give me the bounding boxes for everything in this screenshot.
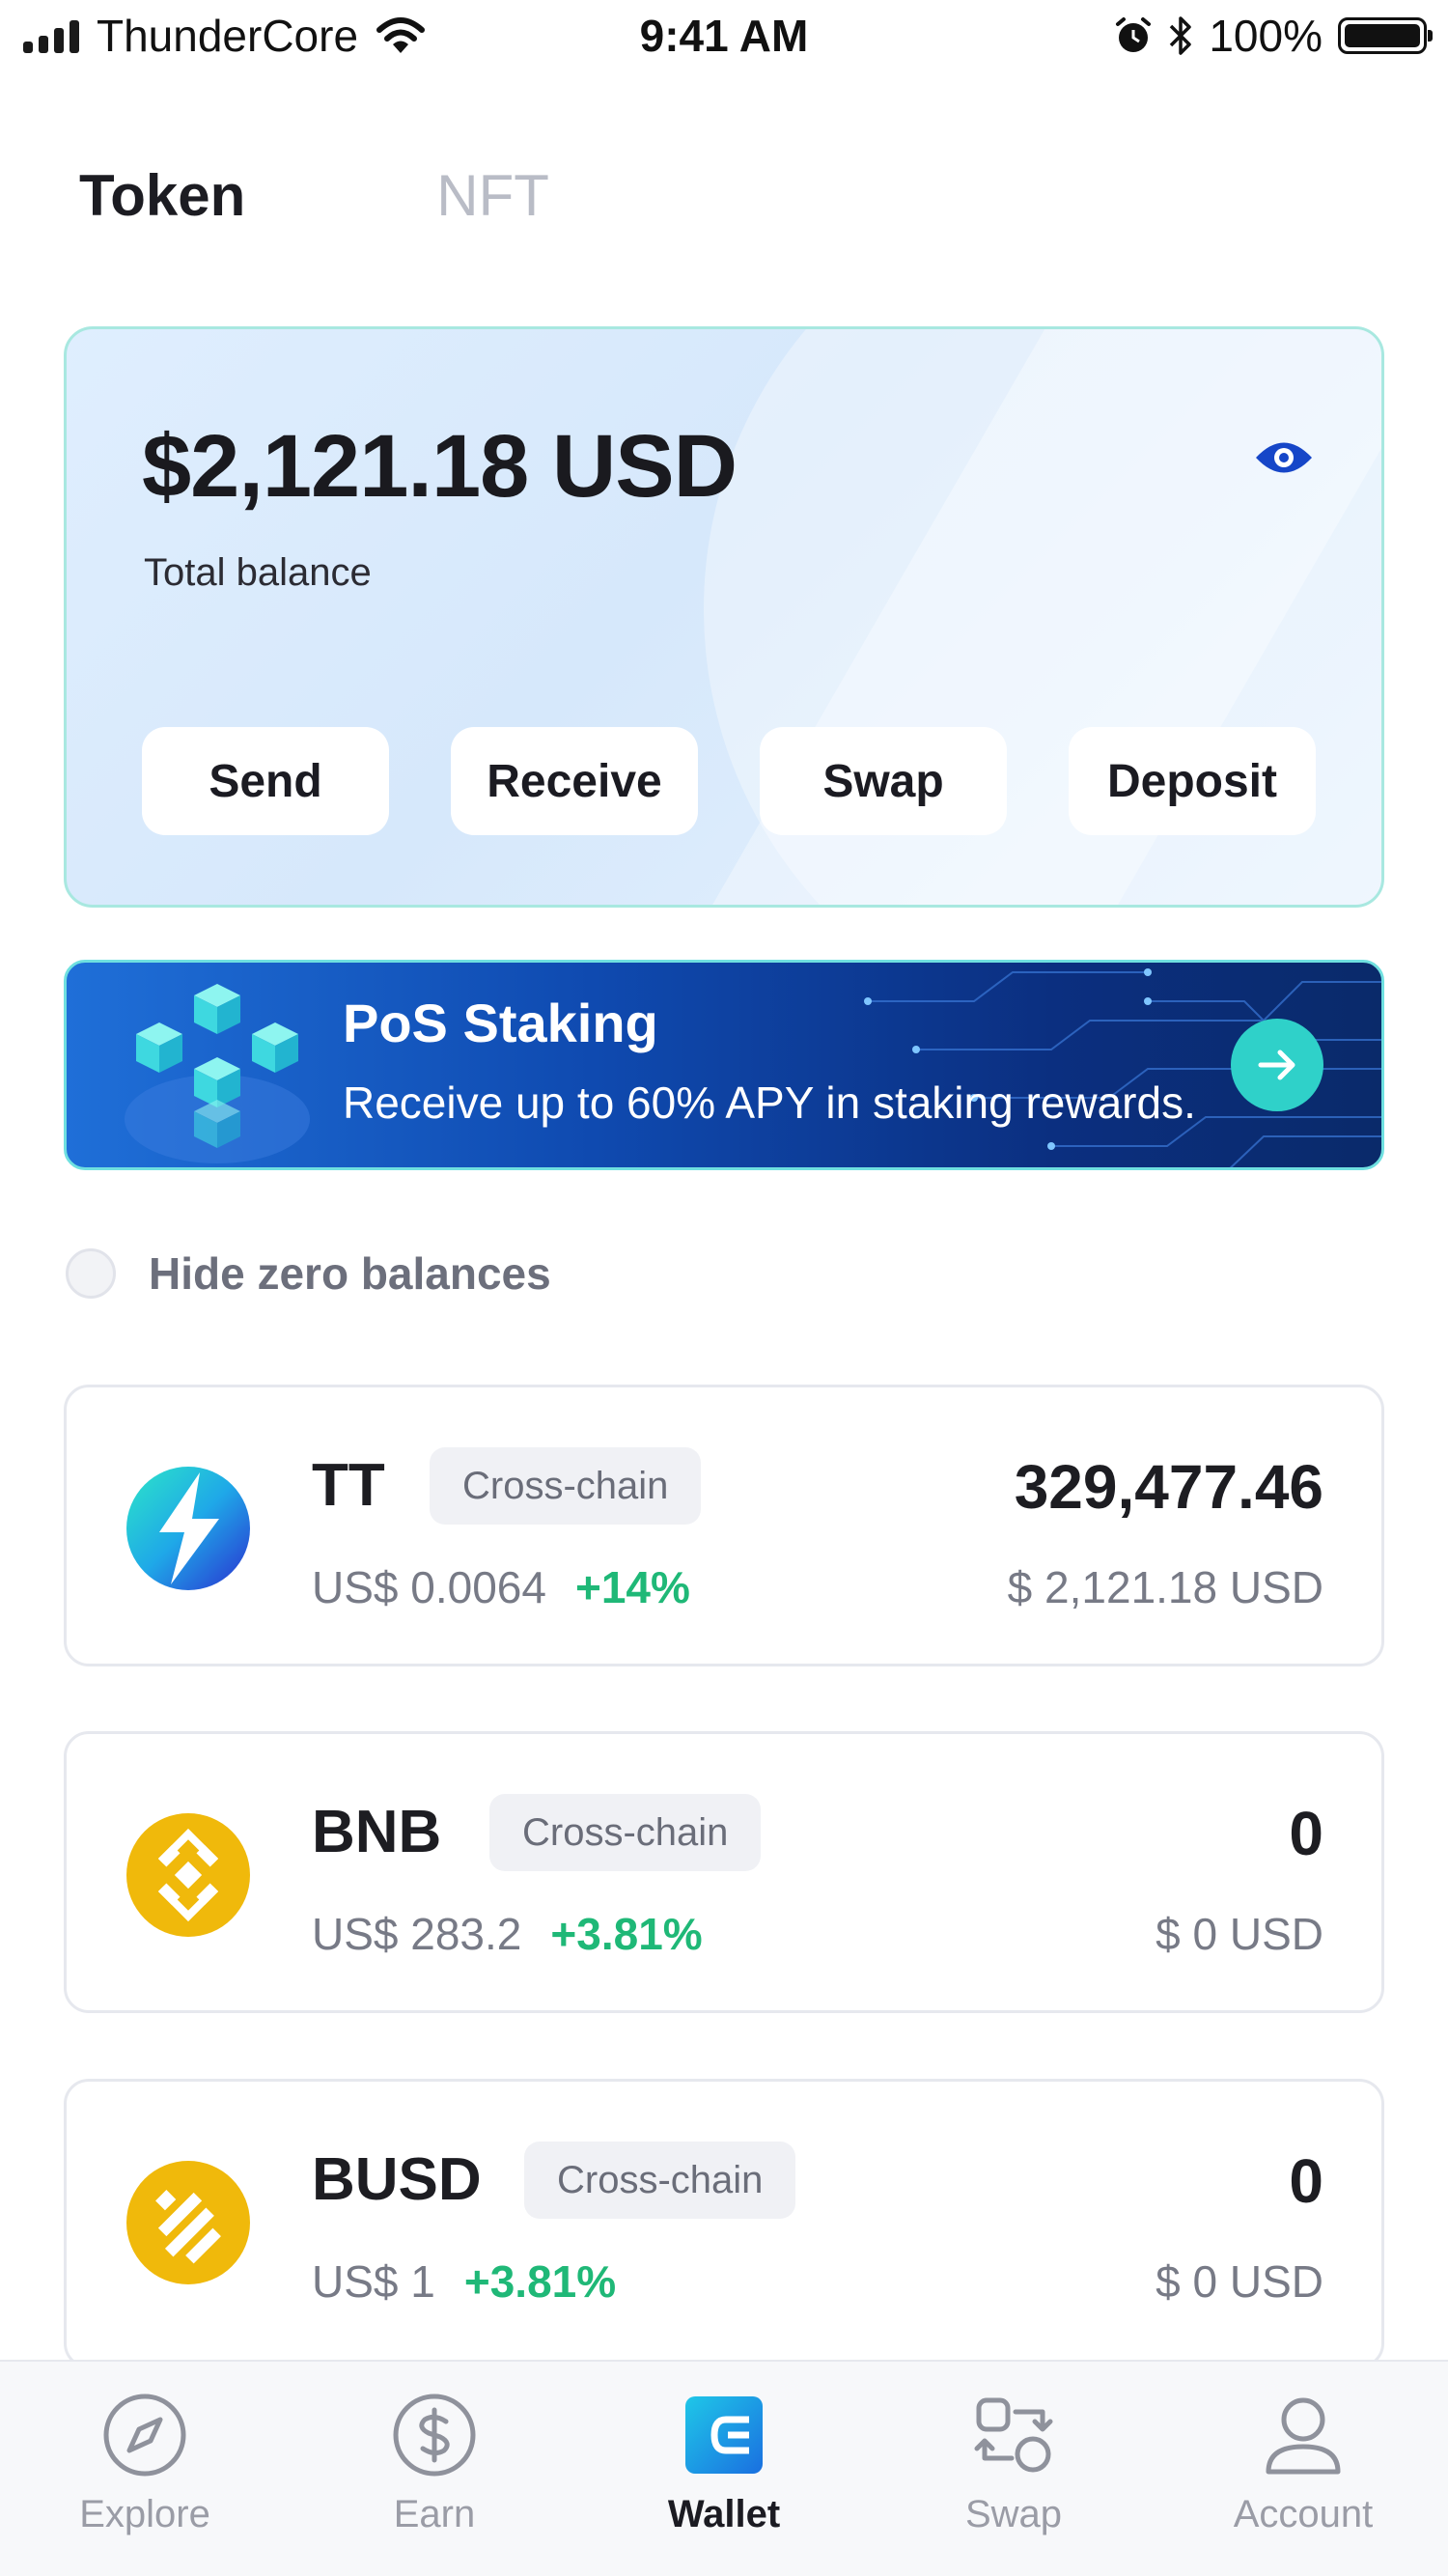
arrow-right-icon <box>1258 1050 1295 1080</box>
deposit-button[interactable]: Deposit <box>1069 727 1316 835</box>
action-buttons: Send Receive Swap Deposit <box>142 727 1316 835</box>
battery-percent: 100% <box>1209 11 1323 61</box>
nav-account[interactable]: Account <box>1187 2391 1419 2536</box>
staking-arrow-button[interactable] <box>1231 1019 1323 1111</box>
token-change: +3.81% <box>550 1909 703 1959</box>
battery-icon <box>1338 17 1433 54</box>
nav-label: Account <box>1233 2493 1374 2535</box>
token-price: US$ 0.0064 +14% <box>312 1561 690 1613</box>
dollar-icon <box>393 2394 476 2477</box>
token-value: $ 0 USD <box>1156 1909 1323 1959</box>
alarm-icon <box>1116 17 1152 52</box>
nav-label: Earn <box>393 2493 476 2535</box>
hide-zero-label: Hide zero balances <box>149 1248 551 1299</box>
balance-card: $2,121.18 USD Total balance Send Receive… <box>64 326 1384 908</box>
status-bar-right: 100% <box>1114 10 1433 62</box>
staking-blocks-icon <box>125 984 310 1163</box>
token-amount: 0 <box>1289 2146 1323 2216</box>
token-price: US$ 1 +3.81% <box>312 2255 616 2308</box>
wallet-screen: ThunderCore 9:41 AM 100% Token NFT $2,12… <box>0 0 1448 2576</box>
status-bar: ThunderCore 9:41 AM 100% <box>0 0 1448 77</box>
nav-label: Wallet <box>667 2493 781 2535</box>
token-symbol: BNB <box>312 1799 442 1865</box>
token-row-tt[interactable]: TT Cross-chain US$ 0.0064 +14% 329,477.46… <box>64 1385 1384 1666</box>
asset-tabs: Token NFT <box>79 162 549 229</box>
token-price-value: US$ 0.0064 <box>312 1562 546 1612</box>
nav-wallet[interactable]: Wallet <box>608 2391 840 2536</box>
token-symbol: TT <box>312 1452 385 1519</box>
hide-zero-balances-toggle[interactable]: Hide zero balances <box>66 1247 551 1300</box>
token-price: US$ 283.2 +3.81% <box>312 1908 703 1960</box>
bottom-navigation: Explore Earn Wallet Swap Account <box>0 2360 1448 2576</box>
nav-label: Explore <box>79 2493 210 2535</box>
token-price-value: US$ 283.2 <box>312 1909 522 1959</box>
token-row-busd[interactable]: BUSD Cross-chain US$ 1 +3.81% 0 $ 0 USD <box>64 2079 1384 2368</box>
tab-token[interactable]: Token <box>79 162 245 229</box>
swap-button[interactable]: Swap <box>760 727 1007 835</box>
cross-chain-badge: Cross-chain <box>524 2142 796 2219</box>
token-value: $ 2,121.18 USD <box>1007 1562 1323 1612</box>
compass-icon <box>103 2394 186 2477</box>
token-amount: 329,477.46 <box>1014 1452 1323 1522</box>
token-symbol: BUSD <box>312 2146 482 2213</box>
receive-button[interactable]: Receive <box>451 727 698 835</box>
token-row-bnb[interactable]: BNB Cross-chain US$ 283.2 +3.81% 0 $ 0 US… <box>64 1731 1384 2013</box>
bnb-logo-icon <box>126 1813 250 1937</box>
staking-description: Receive up to 60% APY in staking rewards… <box>343 1078 1196 1128</box>
thundercore-logo-icon <box>126 1467 250 1590</box>
cross-chain-badge: Cross-chain <box>489 1794 762 1871</box>
pos-staking-banner[interactable]: PoS Staking Receive up to 60% APY in sta… <box>64 960 1384 1170</box>
bluetooth-icon <box>1170 16 1192 55</box>
token-value: $ 0 USD <box>1156 2256 1323 2307</box>
token-price-value: US$ 1 <box>312 2256 435 2307</box>
staking-title: PoS Staking <box>343 993 658 1053</box>
eye-icon[interactable] <box>1254 435 1314 480</box>
nav-swap[interactable]: Swap <box>898 2391 1129 2536</box>
hide-zero-radio[interactable] <box>66 1248 116 1299</box>
busd-logo-icon <box>126 2161 250 2284</box>
token-amount: 0 <box>1289 1799 1323 1868</box>
nav-label: Swap <box>964 2493 1063 2535</box>
tab-nft[interactable]: NFT <box>436 162 549 229</box>
send-button[interactable]: Send <box>142 727 389 835</box>
token-change: +3.81% <box>463 2256 617 2307</box>
total-balance-amount: $2,121.18 USD <box>142 417 738 516</box>
nav-earn[interactable]: Earn <box>319 2391 550 2536</box>
token-change: +14% <box>574 1562 690 1612</box>
cross-chain-badge: Cross-chain <box>430 1447 702 1525</box>
user-icon <box>1266 2397 1341 2475</box>
nav-explore[interactable]: Explore <box>29 2391 261 2536</box>
swap-icon <box>974 2397 1053 2473</box>
wallet-icon <box>685 2396 763 2474</box>
total-balance-label: Total balance <box>144 551 372 594</box>
